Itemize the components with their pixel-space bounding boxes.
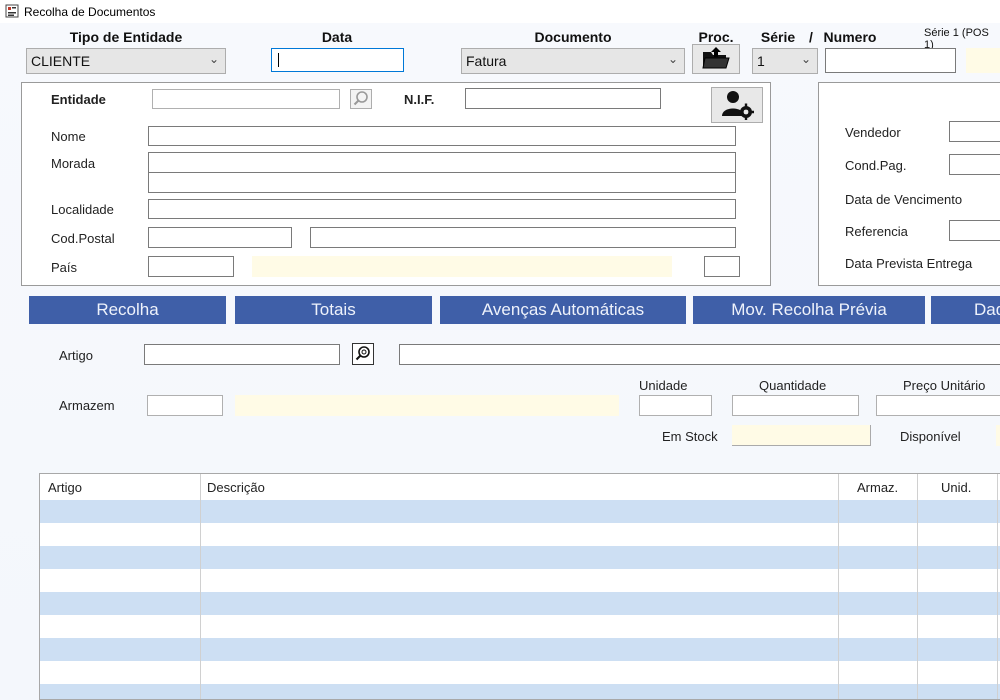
unidade-input[interactable]	[639, 395, 712, 416]
app-icon	[5, 4, 19, 18]
column-descricao[interactable]: Descrição	[207, 480, 265, 495]
column-artigo[interactable]: Artigo	[48, 480, 82, 495]
table-row[interactable]	[40, 569, 1000, 592]
tipo-entidade-value: CLIENTE	[31, 53, 91, 69]
nif-input[interactable]	[465, 88, 661, 109]
entidade-search-button[interactable]	[350, 89, 372, 109]
localidade-label: Localidade	[51, 202, 114, 217]
table-row[interactable]	[40, 546, 1000, 569]
text-caret	[278, 53, 279, 67]
tab-dados[interactable]: Dad	[931, 296, 1000, 324]
document-lines-grid[interactable]: Artigo Descrição Armaz. Unid.	[39, 473, 1000, 700]
documento-value: Fatura	[466, 53, 507, 69]
codpostal-label: Cod.Postal	[51, 231, 115, 246]
tab-mov-recolha-previa[interactable]: Mov. Recolha Prévia	[693, 296, 925, 324]
proc-button[interactable]	[692, 44, 740, 74]
tab-avencas-automaticas[interactable]: Avenças Automáticas	[440, 296, 686, 324]
vendedor-label: Vendedor	[845, 125, 901, 140]
tab-totais[interactable]: Totais	[235, 296, 432, 324]
table-row[interactable]	[40, 523, 1000, 546]
data-input[interactable]	[271, 48, 404, 72]
table-row[interactable]	[40, 592, 1000, 615]
entidade-input[interactable]	[152, 89, 340, 109]
table-row[interactable]	[40, 615, 1000, 638]
artigo-label: Artigo	[59, 348, 93, 363]
pais-name-field	[252, 256, 672, 277]
quantidade-label: Quantidade	[759, 378, 827, 393]
magnifier-icon	[353, 90, 369, 109]
nome-label: Nome	[51, 129, 86, 144]
entity-settings-button[interactable]	[711, 87, 763, 123]
column-divider	[200, 474, 201, 699]
referencia-input[interactable]	[949, 220, 1000, 241]
proc-label: Proc.	[698, 29, 734, 45]
table-row[interactable]	[40, 661, 1000, 684]
quantidade-input[interactable]	[732, 395, 859, 416]
column-unid[interactable]: Unid.	[941, 480, 971, 495]
localidade-input[interactable]	[148, 199, 736, 219]
table-row[interactable]	[40, 638, 1000, 661]
data-label: Data	[321, 29, 353, 45]
tipo-entidade-select[interactable]: CLIENTE ⌄	[26, 48, 226, 74]
column-divider	[997, 474, 998, 699]
preco-unitario-input[interactable]	[876, 395, 1000, 416]
disponivel-field	[996, 425, 1000, 446]
pais-code-input[interactable]	[704, 256, 740, 277]
tab-recolha[interactable]: Recolha	[29, 296, 226, 324]
numero-input[interactable]	[825, 48, 956, 73]
folder-open-icon	[701, 46, 731, 73]
morada-input-2[interactable]	[148, 172, 736, 193]
magnifier-icon	[355, 345, 371, 364]
serie-select[interactable]: 1 ⌄	[752, 48, 818, 74]
tipo-entidade-label: Tipo de Entidade	[69, 29, 183, 45]
condpag-input[interactable]	[949, 154, 1000, 175]
nome-input[interactable]	[148, 126, 736, 146]
codpostal-input[interactable]	[148, 227, 292, 248]
preco-unitario-label: Preço Unitário	[903, 378, 986, 393]
documento-label: Documento	[534, 29, 612, 45]
armazem-input[interactable]	[147, 395, 223, 416]
table-row[interactable]	[40, 684, 1000, 699]
serie-value: 1	[757, 53, 765, 69]
vencimento-label: Data de Vencimento	[845, 192, 963, 207]
numero-readonly-field	[966, 48, 1000, 73]
armazem-label: Armazem	[59, 398, 115, 413]
user-gear-icon	[720, 88, 754, 123]
chevron-down-icon: ⌄	[800, 52, 811, 66]
pais-label: País	[51, 260, 78, 275]
column-divider	[838, 474, 839, 699]
unidade-label: Unidade	[639, 378, 688, 393]
condpag-label: Cond.Pag.	[845, 158, 907, 173]
chevron-down-icon: ⌄	[667, 52, 678, 66]
vendedor-input[interactable]	[949, 121, 1000, 142]
artigo-search-button[interactable]	[352, 343, 374, 365]
numero-label: Numero	[823, 29, 877, 45]
armazem-name-field	[235, 395, 619, 416]
documento-select[interactable]: Fatura ⌄	[461, 48, 685, 74]
column-armaz[interactable]: Armaz.	[857, 480, 898, 495]
chevron-down-icon: ⌄	[208, 52, 219, 66]
artigo-input[interactable]	[144, 344, 340, 365]
artigo-descricao-input[interactable]	[399, 344, 1000, 365]
morada-input-1[interactable]	[148, 152, 736, 173]
table-row[interactable]	[40, 500, 1000, 523]
column-divider	[917, 474, 918, 699]
serie-label: Série	[760, 29, 796, 45]
nif-label: N.I.F.	[404, 92, 435, 107]
em-stock-field	[732, 425, 871, 446]
grid-header: Artigo Descrição Armaz. Unid.	[40, 474, 1000, 500]
pais-input[interactable]	[148, 256, 234, 277]
codpostal-localidade-input[interactable]	[310, 227, 736, 248]
morada-label: Morada	[51, 156, 96, 171]
entrega-label: Data Prevista Entrega	[845, 256, 973, 271]
window-title: Recolha de Documentos	[24, 5, 156, 19]
em-stock-label: Em Stock	[662, 429, 718, 444]
disponivel-label: Disponível	[900, 429, 961, 444]
title-bar: Recolha de Documentos	[0, 0, 1000, 23]
entidade-label: Entidade	[51, 92, 106, 107]
referencia-label: Referencia	[845, 224, 908, 239]
serie-separator: /	[809, 29, 813, 45]
